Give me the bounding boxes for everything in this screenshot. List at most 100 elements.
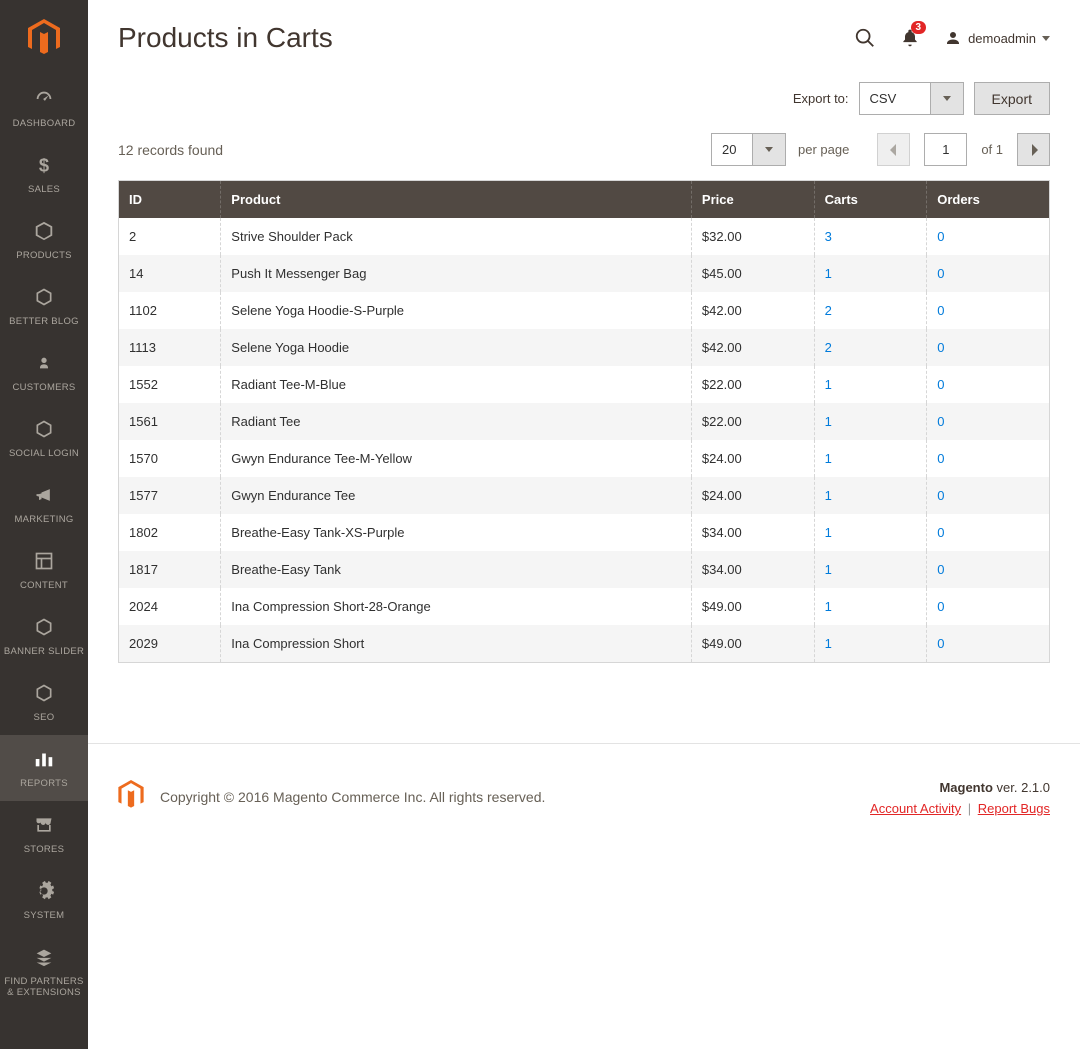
cell-carts[interactable]: 1 [814,255,927,292]
nav-dashboard[interactable]: DASHBOARD [0,75,88,141]
next-page-button[interactable] [1017,133,1050,166]
cell-product: Selene Yoga Hoodie [221,329,692,366]
megaphone-icon [33,481,55,509]
cell-product: Breathe-Easy Tank [221,551,692,588]
copyright-text: Copyright © 2016 Magento Commerce Inc. A… [160,789,545,805]
cell-orders[interactable]: 0 [927,588,1050,625]
nav-system[interactable]: SYSTEM [0,867,88,933]
page-size-select[interactable]: 20 [711,133,786,166]
page-number-input[interactable] [924,133,967,166]
cell-carts[interactable]: 2 [814,292,927,329]
export-button[interactable]: Export [974,82,1050,115]
cell-orders[interactable]: 0 [927,477,1050,514]
prev-page-button[interactable] [877,133,910,166]
magento-logo[interactable] [0,0,88,75]
table-row[interactable]: 2029Ina Compression Short$49.0010 [119,625,1050,663]
user-icon [944,29,962,47]
cell-price: $32.00 [691,218,814,255]
table-row[interactable]: 14Push It Messenger Bag$45.0010 [119,255,1050,292]
partners-icon [33,943,55,971]
layout-icon [34,547,54,575]
cell-orders[interactable]: 0 [927,255,1050,292]
cell-price: $42.00 [691,292,814,329]
col-header-carts[interactable]: Carts [814,181,927,219]
cell-orders[interactable]: 0 [927,551,1050,588]
dollar-icon: $ [34,151,54,179]
table-header-row: ID Product Price Carts Orders [119,181,1050,219]
col-header-orders[interactable]: Orders [927,181,1050,219]
user-menu[interactable]: demoadmin [944,29,1050,47]
cell-carts[interactable]: 1 [814,366,927,403]
nav-sociallogin[interactable]: SOCIAL LOGIN [0,405,88,471]
table-row[interactable]: 1552Radiant Tee-M-Blue$22.0010 [119,366,1050,403]
hexagon-icon [34,679,54,707]
account-activity-link[interactable]: Account Activity [870,801,961,816]
cell-id: 1552 [119,366,221,403]
footer: Copyright © 2016 Magento Commerce Inc. A… [88,743,1080,852]
table-row[interactable]: 1561Radiant Tee$22.0010 [119,403,1050,440]
cell-orders[interactable]: 0 [927,292,1050,329]
cell-product: Selene Yoga Hoodie-S-Purple [221,292,692,329]
cell-orders[interactable]: 0 [927,329,1050,366]
cell-id: 2 [119,218,221,255]
cell-orders[interactable]: 0 [927,403,1050,440]
table-row[interactable]: 2024Ina Compression Short-28-Orange$49.0… [119,588,1050,625]
cell-product: Ina Compression Short-28-Orange [221,588,692,625]
cell-product: Breathe-Easy Tank-XS-Purple [221,514,692,551]
table-row[interactable]: 1102Selene Yoga Hoodie-S-Purple$42.0020 [119,292,1050,329]
cell-carts[interactable]: 1 [814,514,927,551]
table-row[interactable]: 2Strive Shoulder Pack$32.0030 [119,218,1050,255]
table-row[interactable]: 1817Breathe-Easy Tank$34.0010 [119,551,1050,588]
cell-carts[interactable]: 1 [814,477,927,514]
report-bugs-link[interactable]: Report Bugs [978,801,1050,816]
cell-orders[interactable]: 0 [927,440,1050,477]
nav-betterblog[interactable]: BETTER BLOG [0,273,88,339]
col-header-product[interactable]: Product [221,181,692,219]
nav-sales[interactable]: $ SALES [0,141,88,207]
cell-id: 2024 [119,588,221,625]
nav-content[interactable]: CONTENT [0,537,88,603]
cell-product: Gwyn Endurance Tee-M-Yellow [221,440,692,477]
nav-seo[interactable]: SEO [0,669,88,735]
export-format-select[interactable]: CSV [859,82,964,115]
page-header: Products in Carts 3 demoadmin [88,0,1080,54]
nav-bannerslider[interactable]: BANNER SLIDER [0,603,88,669]
col-header-id[interactable]: ID [119,181,221,219]
search-icon[interactable] [854,27,876,49]
cell-carts[interactable]: 1 [814,625,927,663]
hexagon-icon [34,283,54,311]
cell-orders[interactable]: 0 [927,625,1050,663]
table-row[interactable]: 1570Gwyn Endurance Tee-M-Yellow$24.0010 [119,440,1050,477]
cell-orders[interactable]: 0 [927,218,1050,255]
barchart-icon [33,745,55,773]
cell-carts[interactable]: 1 [814,440,927,477]
cell-carts[interactable]: 1 [814,403,927,440]
gear-icon [33,877,55,905]
nav-stores[interactable]: STORES [0,801,88,867]
col-header-price[interactable]: Price [691,181,814,219]
chevron-down-icon [930,83,963,114]
cell-orders[interactable]: 0 [927,514,1050,551]
nav-partners[interactable]: FIND PARTNERS & EXTENSIONS [0,933,88,1010]
notifications-button[interactable]: 3 [900,27,920,49]
nav-customers[interactable]: CUSTOMERS [0,339,88,405]
cell-orders[interactable]: 0 [927,366,1050,403]
hexagon-icon [34,613,54,641]
cell-id: 2029 [119,625,221,663]
hexagon-icon [34,415,54,443]
table-row[interactable]: 1113Selene Yoga Hoodie$42.0020 [119,329,1050,366]
cell-carts[interactable]: 1 [814,551,927,588]
nav-products[interactable]: PRODUCTS [0,207,88,273]
nav-reports[interactable]: REPORTS [0,735,88,801]
cell-carts[interactable]: 3 [814,218,927,255]
table-row[interactable]: 1802Breathe-Easy Tank-XS-Purple$34.0010 [119,514,1050,551]
export-label: Export to: [793,91,849,106]
cell-carts[interactable]: 1 [814,588,927,625]
nav-marketing[interactable]: MARKETING [0,471,88,537]
cell-price: $34.00 [691,551,814,588]
table-row[interactable]: 1577Gwyn Endurance Tee$24.0010 [119,477,1050,514]
cell-price: $24.00 [691,440,814,477]
data-grid: ID Product Price Carts Orders 2Strive Sh… [88,180,1080,663]
cell-price: $24.00 [691,477,814,514]
cell-carts[interactable]: 2 [814,329,927,366]
